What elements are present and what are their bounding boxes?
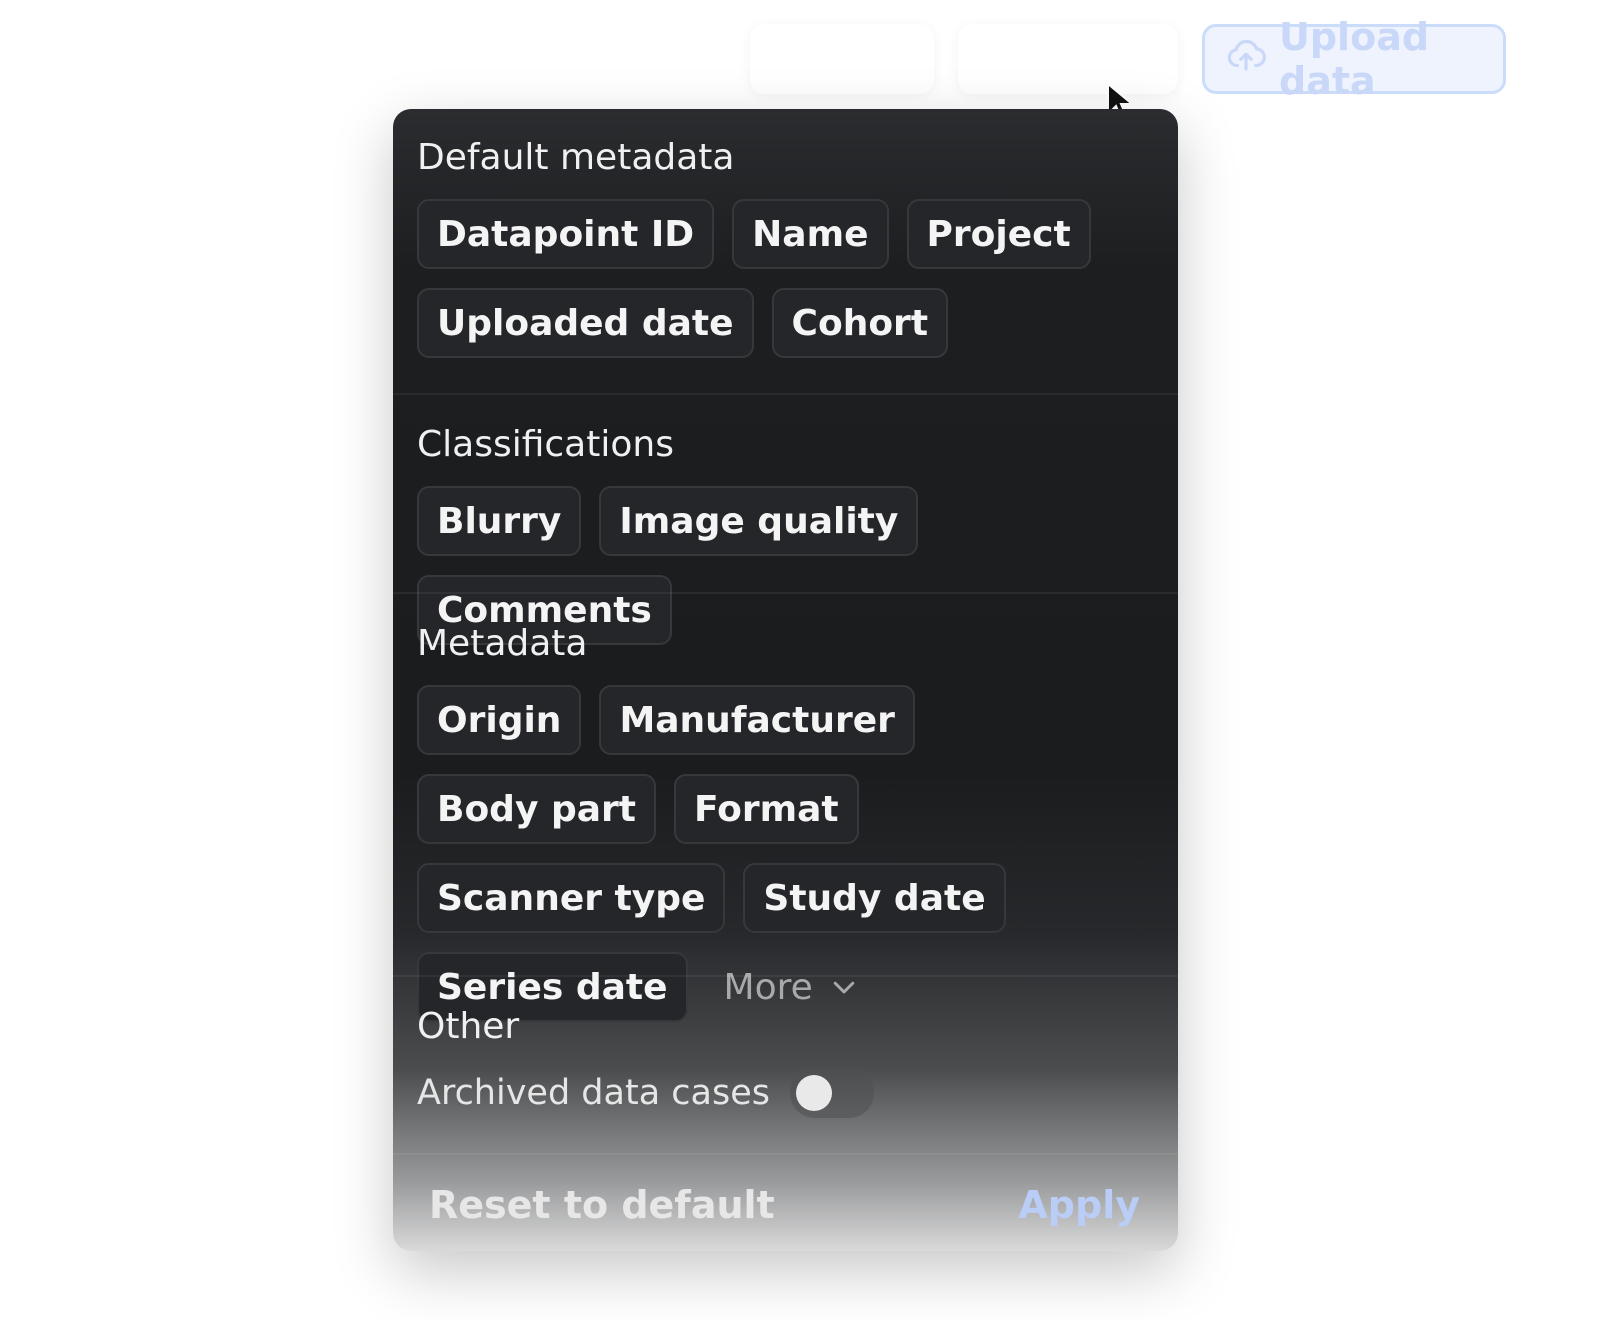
chip-blurry[interactable]: Blurry (417, 486, 582, 556)
section-other: Other Archived data cases (393, 1006, 1178, 1118)
chip-study-date[interactable]: Study date (743, 863, 1006, 933)
apply-button[interactable]: Apply (1018, 1183, 1140, 1227)
chip-scanner-type[interactable]: Scanner type (417, 863, 726, 933)
reset-to-default-button[interactable]: Reset to default (429, 1183, 775, 1227)
chip-origin[interactable]: Origin (417, 685, 582, 755)
cloud-upload-icon (1225, 34, 1267, 85)
archived-toggle-label: Archived data cases (417, 1073, 770, 1113)
more-label: More (723, 966, 813, 1008)
chip-group: Blurry Image quality Comments (417, 486, 1154, 645)
chip-image-quality[interactable]: Image quality (599, 486, 919, 556)
upload-data-button[interactable]: Upload data (1202, 15, 1506, 103)
section-title: Metadata (417, 623, 588, 664)
divider (393, 393, 1178, 395)
section-title: Other (417, 1006, 520, 1047)
archived-toggle-row: Archived data cases (417, 1068, 1154, 1118)
stage: Upload data Default metadata Datapoint I… (0, 0, 1620, 1320)
popover-footer: Reset to default Apply (393, 1159, 1178, 1251)
section-title: Default metadata (417, 137, 735, 178)
upload-data-label: Upload data (1279, 15, 1430, 103)
section-classifications: Classifications Blurry Image quality Com… (393, 424, 1178, 645)
toolbar-button-1[interactable] (750, 24, 934, 94)
chip-format[interactable]: Format (673, 774, 859, 844)
chip-name[interactable]: Name (732, 199, 889, 269)
section-metadata: Metadata Origin Manufacturer Body part F… (393, 623, 1178, 1022)
chip-cohort[interactable]: Cohort (771, 288, 949, 358)
archived-toggle[interactable] (789, 1068, 874, 1118)
chip-group: Datapoint ID Name Project Uploaded date … (417, 199, 1154, 358)
chip-datapoint-id[interactable]: Datapoint ID (417, 199, 715, 269)
divider (393, 592, 1178, 594)
chip-project[interactable]: Project (906, 199, 1091, 269)
section-default-metadata: Default metadata Datapoint ID Name Proje… (393, 137, 1178, 358)
chip-manufacturer[interactable]: Manufacturer (599, 685, 915, 755)
toolbar-button-2[interactable] (958, 24, 1178, 94)
divider (393, 975, 1178, 977)
columns-popover: Default metadata Datapoint ID Name Proje… (393, 109, 1178, 1251)
divider (393, 1153, 1178, 1155)
chip-body-part[interactable]: Body part (417, 774, 656, 844)
chip-uploaded-date[interactable]: Uploaded date (417, 288, 754, 358)
chip-group: Origin Manufacturer Body part Format Sca… (417, 685, 1154, 1022)
toggle-knob (795, 1075, 832, 1111)
section-title: Classifications (417, 424, 674, 465)
